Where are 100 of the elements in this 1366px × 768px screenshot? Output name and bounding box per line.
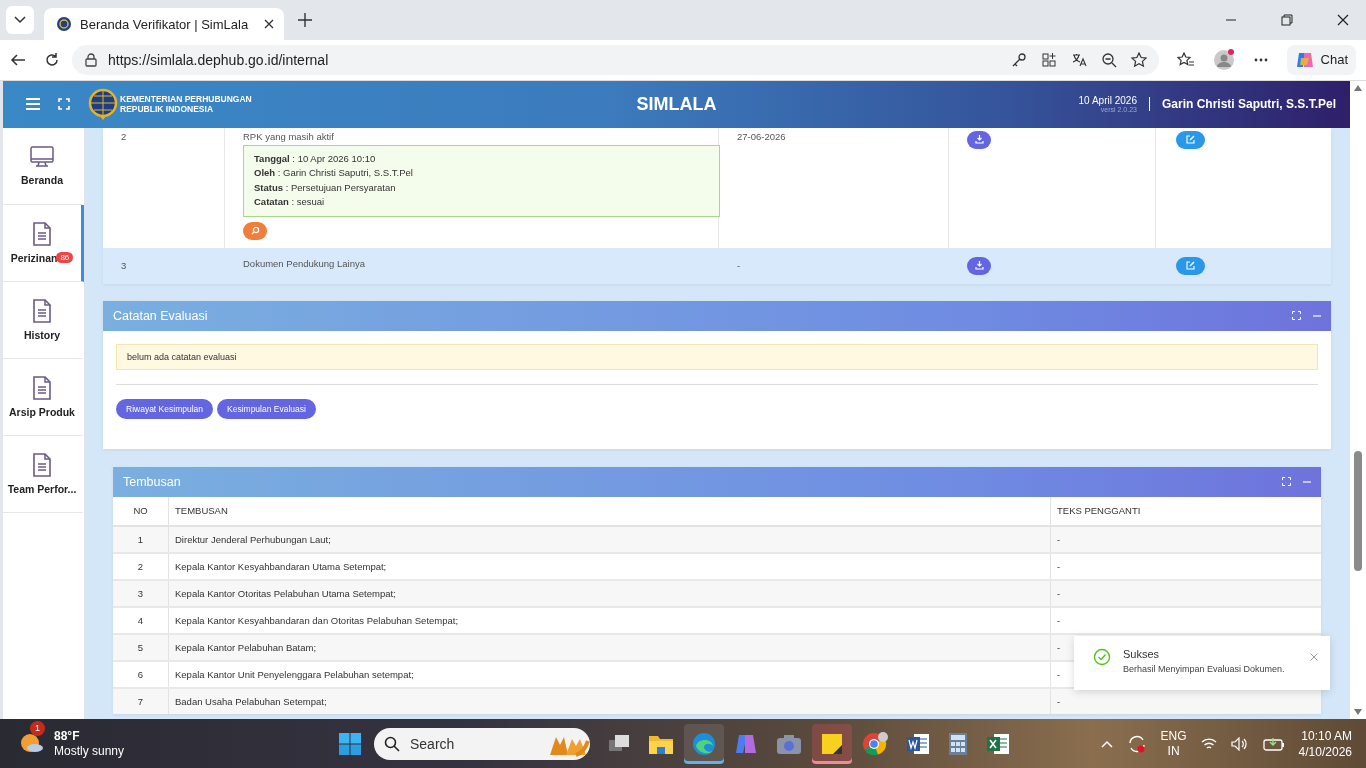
browser-tab[interactable]: Beranda Verifikator | SimLala	[44, 8, 284, 40]
edit-icon	[1186, 261, 1195, 271]
scrollbar[interactable]	[1350, 80, 1366, 720]
weather-text: Mostly sunny	[54, 743, 125, 759]
close-icon[interactable]	[1337, 14, 1349, 26]
new-tab-icon[interactable]	[298, 13, 312, 27]
restore-icon[interactable]	[1281, 14, 1293, 26]
battery-icon[interactable]	[1262, 736, 1285, 751]
note-line: Status : Persetujuan Persyaratan	[254, 180, 397, 195]
user-name[interactable]: Garin Christi Saputri, S.S.T.Pel	[1161, 97, 1336, 112]
table-cell: Kepala Kantor Pelabuhan Batam;	[168, 633, 1051, 661]
check-circle-icon	[1093, 647, 1111, 666]
sidebar-item[interactable]: Arsip Produk	[3, 358, 84, 436]
evaluation-button[interactable]: Kesimpulan Evaluasi	[217, 398, 316, 419]
download-icon	[974, 135, 984, 145]
language-code: ENG	[1160, 728, 1187, 744]
clock-date: 4/10/2026	[1298, 743, 1352, 760]
clock-time: 10:10 AM	[1301, 727, 1352, 744]
sidebar-item[interactable]: Beranda	[3, 127, 84, 205]
expand-icon[interactable]	[1292, 311, 1301, 321]
table-cell: Badan Usaha Pelabuhan Setempat;	[168, 687, 1051, 714]
profile-icon[interactable]	[1212, 48, 1235, 71]
globe-icon	[56, 16, 72, 32]
count-badge: 86	[56, 252, 74, 264]
wifi-icon[interactable]	[1200, 736, 1217, 751]
download-button[interactable]	[967, 256, 991, 275]
chat-button[interactable]: Chat	[1286, 44, 1356, 75]
column-header: TEMBUSAN	[168, 496, 1051, 526]
browser-app-icon[interactable]	[684, 723, 724, 764]
document-icon	[32, 298, 52, 323]
note-line: Catatan : sesuai	[254, 195, 326, 210]
sidebar-label: History	[23, 328, 61, 341]
excel-app-icon[interactable]	[986, 732, 1010, 755]
chrome-app-icon[interactable]	[862, 731, 888, 756]
search-icon	[384, 735, 400, 752]
table-cell: Direktur Jenderal Perhubungan Laut;	[168, 525, 1051, 553]
column-header: NO	[113, 496, 169, 526]
volume-icon[interactable]	[1230, 736, 1249, 751]
translate-icon[interactable]	[1070, 51, 1087, 68]
sidebar-item[interactable]: Team Perfor...	[3, 435, 84, 513]
scroll-down-icon[interactable]	[1354, 709, 1362, 716]
zoom-out-icon[interactable]	[1100, 51, 1117, 68]
evaluation-note: belum ada catatan evaluasi	[116, 343, 1318, 370]
reload-icon[interactable]	[44, 51, 60, 68]
monitor-icon	[30, 145, 54, 168]
chevron-down-icon	[14, 16, 26, 24]
search-field[interactable]: Search	[374, 727, 590, 760]
header-date: 10 April 2026	[1078, 95, 1137, 107]
emblem-icon	[88, 88, 118, 121]
fullscreen-icon[interactable]	[58, 98, 70, 111]
clock[interactable]: 10:10 AM 4/10/2026	[1298, 727, 1352, 760]
scroll-up-icon[interactable]	[1354, 84, 1362, 91]
search-button[interactable]	[243, 221, 267, 240]
download-icon	[974, 261, 984, 271]
table-cell: 7	[113, 687, 169, 714]
word-app-icon[interactable]	[906, 732, 930, 755]
table-cell: -	[1050, 579, 1321, 607]
calculator-icon[interactable]	[948, 731, 968, 756]
table-cell: 3	[121, 260, 127, 272]
document-icon	[32, 375, 52, 400]
back-icon[interactable]	[10, 51, 26, 68]
app-title: SIMLALA	[635, 93, 718, 115]
star-icon[interactable]	[1130, 51, 1147, 68]
country-name: REPUBLIK INDONESIA	[120, 104, 215, 115]
address-field[interactable]: https://simlala.dephub.go.id/internal	[72, 44, 1159, 75]
note-line: Tanggal : 10 Apr 2026 10:10	[254, 151, 377, 166]
sticky-notes-app-icon[interactable]	[812, 723, 852, 764]
table-cell: 3	[113, 579, 169, 607]
temperature: 88°F	[54, 728, 81, 744]
apps-icon[interactable]	[1040, 51, 1057, 68]
search-icon	[250, 226, 260, 236]
scroll-thumb[interactable]	[1354, 450, 1362, 571]
table-cell: 1	[113, 525, 169, 553]
chevron-up-icon[interactable]	[1100, 739, 1113, 748]
edit-button[interactable]	[1176, 130, 1205, 149]
sync-icon[interactable]	[1126, 733, 1147, 754]
camera-icon[interactable]	[776, 732, 802, 755]
key-icon[interactable]	[1010, 51, 1027, 68]
sidebar-label: Arsip Produk	[9, 405, 75, 418]
ministry-name: KEMENTERIAN PERHUBUNGAN	[120, 94, 252, 105]
language-indicator[interactable]: ENG IN	[1160, 728, 1187, 759]
toast-message: Berhasil Menyimpan Evaluasi Dokumen.	[1123, 663, 1286, 674]
table-cell: RPK yang masih aktif	[243, 130, 334, 142]
table-cell: 27-06-2026	[737, 130, 786, 142]
start-icon[interactable]	[338, 731, 362, 756]
note-line: Oleh : Garin Christi Saputri, S.S.T.Pel	[254, 166, 414, 181]
sidebar-label: Beranda	[21, 173, 63, 186]
lock-icon[interactable]	[84, 52, 98, 67]
edit-icon	[1186, 135, 1195, 145]
tab-list-button[interactable]	[6, 6, 34, 34]
notification-badge: 1	[30, 720, 45, 736]
table-cell: Kepala Kantor Otoritas Pelabuhan Utama Setempat;	[168, 579, 1051, 607]
download-button[interactable]	[967, 130, 991, 149]
expand-icon[interactable]	[1282, 477, 1291, 487]
menu-icon[interactable]	[26, 98, 40, 111]
favorites-icon[interactable]	[1176, 51, 1195, 68]
sidebar-item[interactable]: History	[3, 281, 84, 359]
evaluation-button[interactable]: Riwayat Kesimpulan	[116, 398, 213, 419]
close-icon[interactable]	[264, 19, 274, 29]
task-view-icon[interactable]	[608, 733, 630, 754]
